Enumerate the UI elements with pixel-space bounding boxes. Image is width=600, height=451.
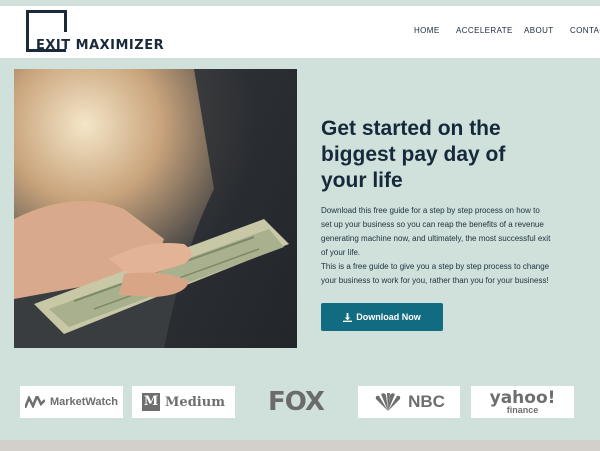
hero-description-2: This is a free guide to give you a step … (321, 262, 550, 285)
hero-description-1: Download this free guide for a step by s… (321, 206, 551, 257)
download-now-button[interactable]: Download Now (321, 303, 443, 331)
footer-strip (0, 440, 600, 451)
press-logo-fox: FOX (268, 387, 325, 417)
press-logo-marketwatch: MarketWatch (20, 386, 123, 418)
press-logo-medium: M Medium (132, 386, 235, 418)
nav-accelerate[interactable]: ACCELERATE (456, 26, 513, 35)
hero-content: Get started on the biggest pay day of yo… (321, 116, 581, 331)
press-logo-yahoo-finance: yahoo! finance (471, 386, 574, 418)
hero-headline: Get started on the biggest pay day of yo… (321, 117, 506, 192)
medium-icon: M (142, 393, 161, 411)
download-button-label: Download Now (356, 312, 421, 322)
download-icon (343, 312, 353, 322)
nav-contact[interactable]: CONTACT (570, 26, 600, 35)
nav-about[interactable]: ABOUT (524, 26, 554, 35)
press-logos: MarketWatch M Medium FOX NBC yahoo! fina… (0, 386, 600, 422)
marketwatch-icon (24, 396, 45, 408)
hero-image (14, 69, 297, 348)
press-logo-nbc: NBC (358, 386, 460, 418)
main-nav: HOME ACCELERATE ABOUT CONTACT (0, 26, 600, 46)
nbc-peacock-icon (375, 393, 401, 411)
nav-home[interactable]: HOME (414, 26, 440, 35)
cash-hand-illustration (14, 69, 297, 348)
site-header: EXIT MAXIMIZER HOME ACCELERATE ABOUT CON… (0, 6, 600, 58)
